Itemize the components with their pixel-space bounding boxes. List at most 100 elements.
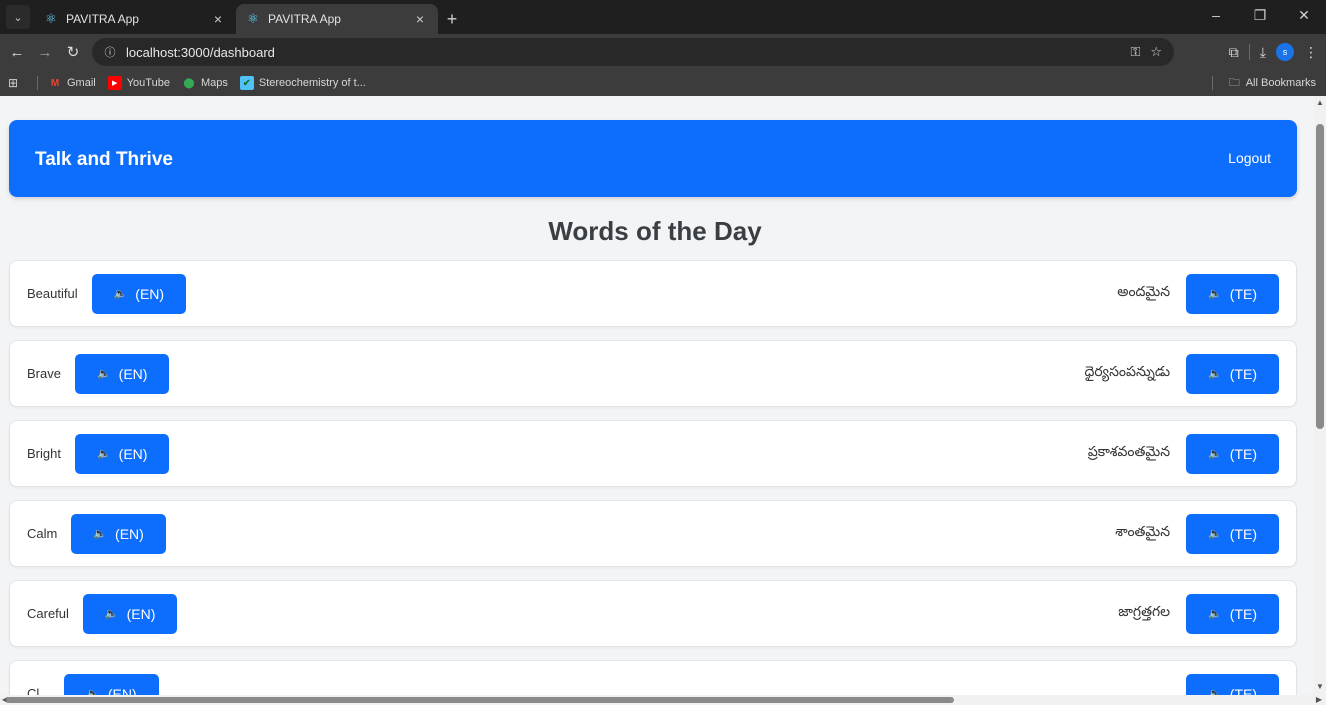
speaker-icon: 🔈 xyxy=(93,528,108,540)
speak-telugu-button[interactable]: 🔈 (TE) xyxy=(1186,593,1279,634)
browser-tab-1[interactable]: ⚛ PAVITRA App × xyxy=(34,4,236,34)
window-controls: – ❐ ✕ xyxy=(1194,0,1326,30)
speaker-icon: 🔈 xyxy=(1208,288,1222,300)
list-item: Bright 🔈 (EN) ప్రకాశవంతమైన 🔈 (TE) xyxy=(9,420,1297,487)
speaker-icon: 🔈 xyxy=(1208,368,1222,380)
tab-title: PAVITRA App xyxy=(66,12,139,26)
speak-english-button[interactable]: 🔈 (EN) xyxy=(71,513,166,554)
vertical-scrollbar[interactable]: ▲ ▼ xyxy=(1314,96,1326,696)
logout-button[interactable]: Logout xyxy=(1228,150,1271,166)
english-word: Calm xyxy=(27,526,58,541)
scroll-down-icon[interactable]: ▼ xyxy=(1315,682,1325,692)
speak-telugu-button[interactable]: 🔈 (TE) xyxy=(1186,433,1279,474)
site-info-icon[interactable]: ⓘ xyxy=(100,42,120,62)
button-label: (EN) xyxy=(118,365,148,382)
bookmarks-divider xyxy=(1211,76,1213,90)
tab-close-icon[interactable]: × xyxy=(412,11,428,27)
password-key-icon[interactable]: ⚿ xyxy=(1130,44,1140,60)
speak-telugu-button[interactable]: 🔈 (TE) xyxy=(1186,353,1279,394)
telugu-word: శాంతమైన xyxy=(1115,524,1171,540)
vertical-scroll-thumb[interactable] xyxy=(1316,124,1324,429)
back-icon[interactable]: ← xyxy=(6,41,28,63)
profile-avatar[interactable]: s xyxy=(1276,43,1294,61)
speak-english-button[interactable]: 🔈 (EN) xyxy=(82,593,178,634)
forward-icon[interactable]: → xyxy=(34,41,56,63)
telugu-word: ధైర్యసంపన్నుడు xyxy=(1084,364,1171,380)
page-title: Words of the Day xyxy=(548,216,762,246)
speak-english-button[interactable]: 🔈 (EN) xyxy=(74,353,170,394)
telugu-word: ప్రకాశవంతమైన xyxy=(1087,444,1171,460)
telugu-word: జాగ్రత్తగల xyxy=(1118,604,1171,620)
speak-telugu-button[interactable]: 🔈 (TE) xyxy=(1186,273,1279,314)
all-bookmarks-label: All Bookmarks xyxy=(1245,77,1316,89)
button-label: (EN) xyxy=(126,605,156,622)
url-text[interactable]: localhost:3000/dashboard xyxy=(126,45,275,60)
bookmark-label: YouTube xyxy=(126,77,170,89)
speaker-icon: 🔈 xyxy=(96,448,111,460)
list-item: Beautiful 🔈 (EN) అందమైన 🔈 (TE) xyxy=(9,260,1297,327)
button-label: (TE) xyxy=(1229,285,1257,302)
bookmark-gmail[interactable]: M Gmail xyxy=(48,76,96,90)
bookmark-label: Maps xyxy=(200,77,228,89)
english-word: Brave xyxy=(27,366,61,381)
folder-icon: 🗀 xyxy=(1228,76,1240,89)
extensions-icon[interactable]: ⧉ xyxy=(1229,44,1239,61)
app-title: Talk and Thrive xyxy=(35,149,173,170)
button-label: (TE) xyxy=(1229,445,1257,462)
button-label: (TE) xyxy=(1229,525,1257,542)
gmail-icon: M xyxy=(50,77,60,89)
page-viewport: Talk and Thrive Logout Words of the Day … xyxy=(0,96,1326,705)
english-word: Beautiful xyxy=(27,286,78,301)
speaker-icon: 🔈 xyxy=(1208,608,1222,620)
english-word: Careful xyxy=(27,606,69,621)
scroll-right-icon[interactable]: ▶ xyxy=(1314,695,1324,705)
button-label: (TE) xyxy=(1229,365,1257,382)
apps-grid-icon[interactable]: ⊞ xyxy=(6,76,25,90)
list-item: Careful 🔈 (EN) జాగ్రత్తగల 🔈 (TE) xyxy=(9,580,1297,647)
speaker-icon: 🔈 xyxy=(104,608,119,620)
bookmark-maps[interactable]: ⬤ Maps xyxy=(182,76,228,90)
bookmarks-bar: ⊞ M Gmail ▶ YouTube ⬤ Maps ✔ Stereochemi… xyxy=(0,70,1326,96)
speak-english-button[interactable]: 🔈 (EN) xyxy=(91,273,187,314)
speaker-icon: 🔈 xyxy=(1208,528,1222,540)
list-item: Brave 🔈 (EN) ధైర్యసంపన్నుడు 🔈 (TE) xyxy=(9,340,1297,407)
restore-icon[interactable]: ❐ xyxy=(1238,0,1282,30)
bookmark-youtube[interactable]: ▶ YouTube xyxy=(107,76,170,90)
minimize-icon[interactable]: – xyxy=(1194,0,1238,30)
reload-icon[interactable]: ↻ xyxy=(62,41,84,63)
maps-icon: ⬤ xyxy=(183,77,195,89)
youtube-icon: ▶ xyxy=(107,76,122,90)
bookmark-label: Gmail xyxy=(67,77,96,89)
app-header: Talk and Thrive Logout xyxy=(9,120,1297,197)
english-word: Bright xyxy=(27,446,61,461)
telugu-word: అందమైన xyxy=(1117,284,1171,300)
speak-english-button[interactable]: 🔈 (EN) xyxy=(74,433,170,474)
word-list: Beautiful 🔈 (EN) అందమైన 🔈 (TE) Brave 🔈 (… xyxy=(9,260,1297,705)
speaker-icon: 🔈 xyxy=(113,288,128,300)
speaker-icon: 🔈 xyxy=(96,368,111,380)
tab-close-icon[interactable]: × xyxy=(210,11,226,27)
browser-toolbar: ← → ↻ ⓘ localhost:3000/dashboard ⚿ ☆ ⧉ ⤓… xyxy=(0,34,1326,70)
bookmark-stereochemistry[interactable]: ✔ Stereochemistry of t... xyxy=(239,76,366,90)
scroll-up-icon[interactable]: ▲ xyxy=(1315,98,1325,108)
checkbox-icon: ✔ xyxy=(239,76,254,90)
menu-kebab-icon[interactable]: ⋮ xyxy=(1304,44,1318,61)
address-bar[interactable]: ⓘ localhost:3000/dashboard ⚿ ☆ xyxy=(92,38,1174,66)
speak-telugu-button[interactable]: 🔈 (TE) xyxy=(1186,513,1279,554)
tab-search-icon[interactable]: ⌄ xyxy=(6,5,30,29)
horizontal-scrollbar[interactable]: ◀ ▶ xyxy=(0,695,1326,705)
browser-tab-2[interactable]: ⚛ PAVITRA App × xyxy=(236,4,438,34)
horizontal-scroll-thumb[interactable] xyxy=(6,697,954,703)
bookmark-star-icon[interactable]: ☆ xyxy=(1150,44,1162,60)
list-item: Calm 🔈 (EN) శాంతమైన 🔈 (TE) xyxy=(9,500,1297,567)
all-bookmarks[interactable]: 🗀 All Bookmarks xyxy=(1211,70,1316,96)
download-icon[interactable]: ⤓ xyxy=(1260,44,1266,61)
close-window-icon[interactable]: ✕ xyxy=(1282,0,1326,30)
browser-tab-bar: ⌄ ⚛ PAVITRA App × ⚛ PAVITRA App × + – ❐ … xyxy=(0,0,1326,34)
bookmark-label: Stereochemistry of t... xyxy=(258,77,366,89)
button-label: (EN) xyxy=(135,285,165,302)
bookmarks-divider xyxy=(37,76,38,90)
speaker-icon: 🔈 xyxy=(1208,448,1222,460)
button-label: (EN) xyxy=(115,525,144,542)
new-tab-button[interactable]: + xyxy=(438,4,466,34)
